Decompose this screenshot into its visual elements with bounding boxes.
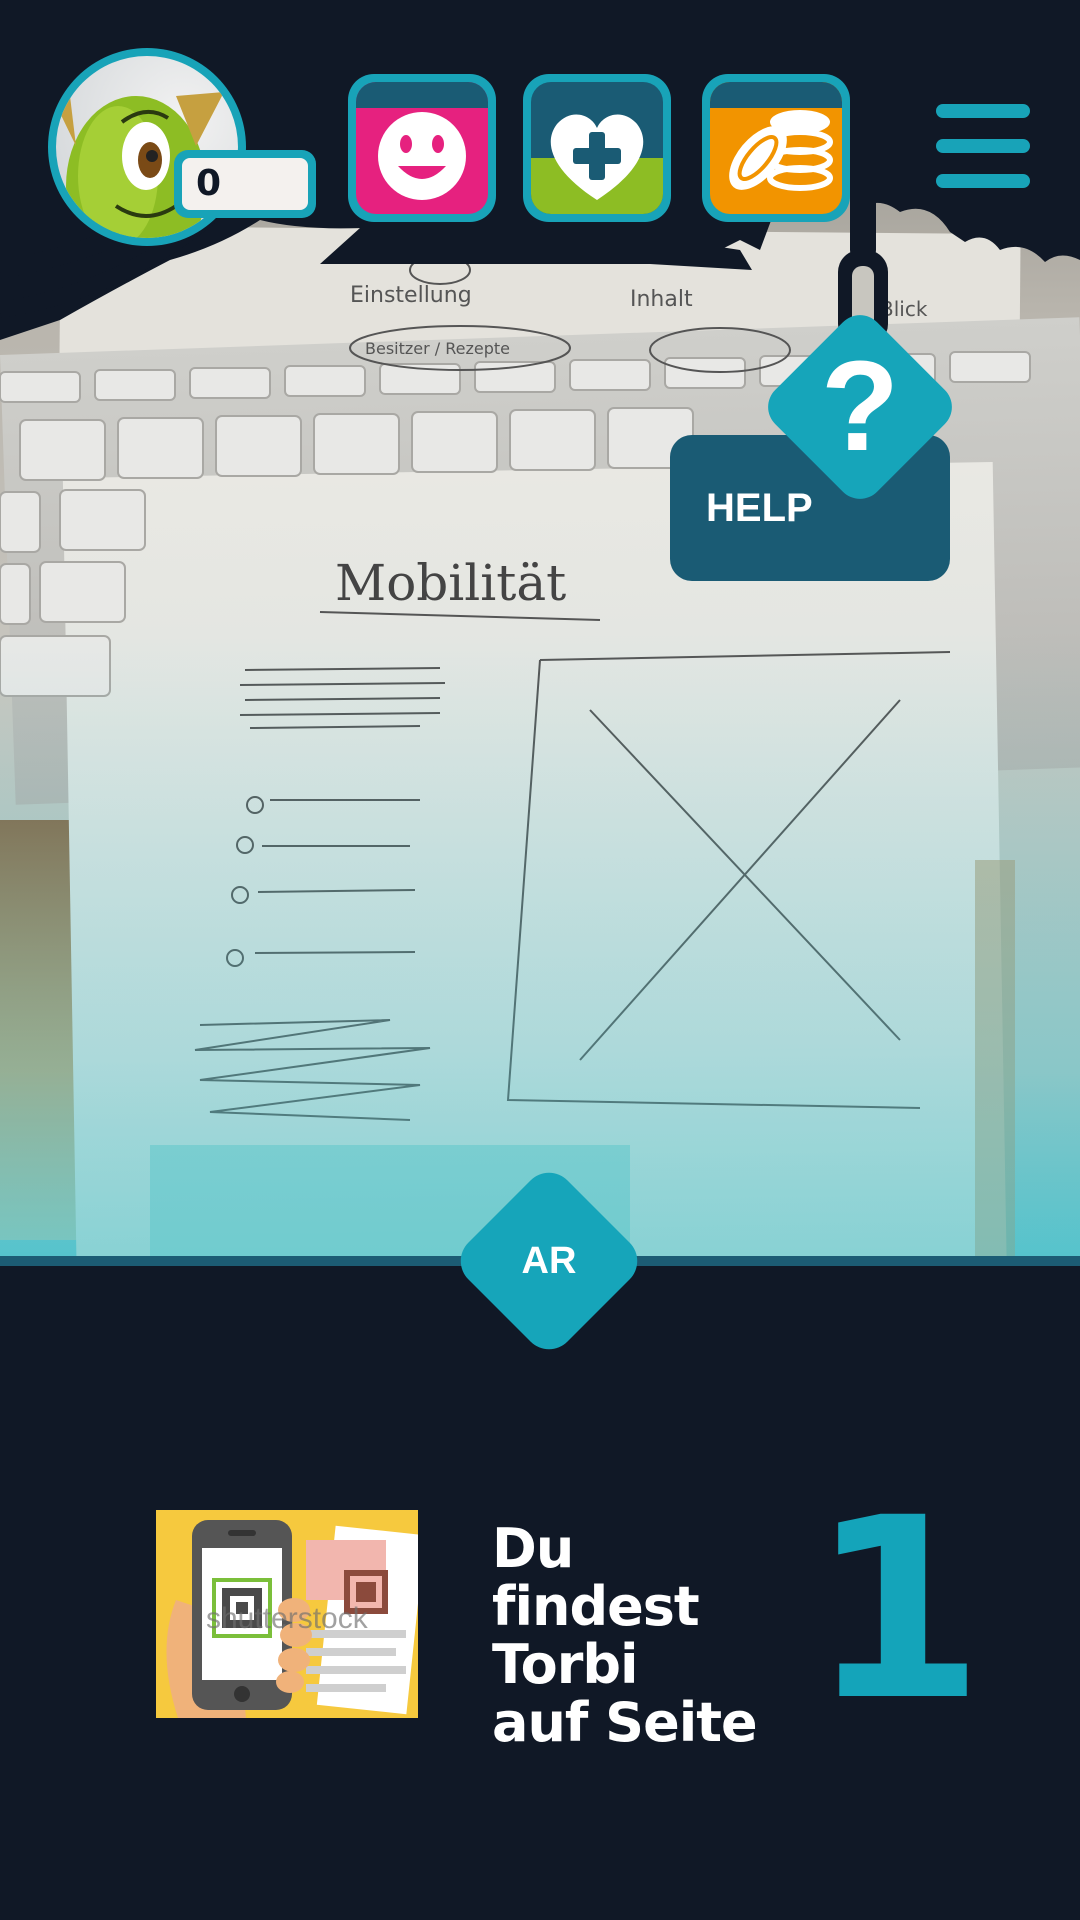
page-number: 1 bbox=[810, 1464, 984, 1755]
qr-scan-illustration: shutterstock bbox=[156, 1510, 418, 1718]
menu-bar bbox=[936, 174, 1030, 188]
score-value: 0 bbox=[182, 158, 308, 210]
hamburger-menu-icon[interactable] bbox=[936, 104, 1030, 188]
hint-text: Du findest Torbi auf Seite bbox=[492, 1520, 792, 1752]
score-display: 0 bbox=[174, 150, 316, 218]
hint-line-2: Torbi bbox=[492, 1633, 639, 1696]
menu-bar bbox=[936, 104, 1030, 118]
image-watermark: shutterstock bbox=[206, 1602, 368, 1635]
help-label: HELP bbox=[706, 486, 813, 530]
ar-label: AR bbox=[521, 1240, 577, 1282]
question-mark-icon: ? bbox=[820, 335, 900, 478]
mood-button[interactable] bbox=[348, 74, 496, 222]
menu-bar bbox=[936, 139, 1030, 153]
smiley-icon bbox=[356, 82, 488, 214]
hint-line-3: auf Seite bbox=[492, 1691, 758, 1754]
hint-line-1: Du findest bbox=[492, 1517, 700, 1638]
heart-plus-icon bbox=[531, 82, 663, 214]
coins-icon bbox=[710, 82, 842, 214]
health-button[interactable] bbox=[523, 74, 671, 222]
coins-button[interactable] bbox=[702, 74, 850, 222]
